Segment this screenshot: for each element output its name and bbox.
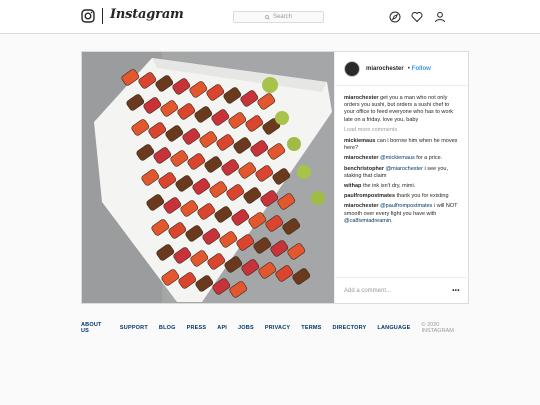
comment-item: miarochester @paulfrompostmates i will N… [344,203,460,225]
footer-link-about-us[interactable]: ABOUT US [81,322,109,334]
comment-text: the ink isn't dry, mimi. [361,183,416,190]
logo-divider [102,8,103,24]
footer-link-language[interactable]: LANGUAGE [377,325,410,331]
comment-mention[interactable]: @ca8ivmiadreamin [344,218,391,224]
copyright: © 2020 INSTAGRAM [421,322,454,334]
post-sidebar: miarochester • Follow miarochester get y… [334,52,469,303]
comment-text-end: . [391,217,393,224]
comment-text: for a price. [414,155,443,162]
caption: miarochester get you a man who not only … [344,95,460,124]
search-icon [265,14,270,20]
instagram-wordmark[interactable]: Instagram [110,7,184,22]
comment-mention[interactable]: @mickiemaus [379,155,415,161]
post-username[interactable]: miarochester [366,66,404,72]
comment-mention[interactable]: @miarochester [384,166,423,172]
comment-username[interactable]: withap [344,183,361,189]
comment-username[interactable]: miarochester [344,203,379,209]
footer-link-api[interactable]: API [217,325,227,331]
caption-username[interactable]: miarochester [344,95,379,101]
comment-item: benchristopher @miarochester i see you, … [344,166,460,180]
footer-link-terms[interactable]: TERMS [301,325,321,331]
footer-link-blog[interactable]: BLOG [159,325,176,331]
sushi-platter-image [82,52,334,303]
footer-link-directory[interactable]: DIRECTORY [333,325,367,331]
comment-mention[interactable]: @paulfrompostmates [379,203,432,209]
follow-button[interactable]: Follow [412,66,431,72]
comment-text: thank you for existing [395,193,449,200]
post-header: miarochester • Follow [335,52,468,86]
post-card: miarochester • Follow miarochester get y… [81,51,469,304]
add-comment-bar: Add a comment... ••• [335,277,469,303]
profile-icon[interactable] [434,11,446,23]
avatar[interactable] [344,60,360,77]
footer-link-jobs[interactable]: JOBS [238,325,254,331]
post-photo[interactable] [82,52,334,303]
search-input[interactable]: Search [233,11,324,23]
footer: ABOUT US SUPPORT BLOG PRESS API JOBS PRI… [81,322,469,334]
compass-icon[interactable] [389,11,401,23]
comment-item: miarochester @mickiemaus for a price. [344,155,460,162]
comment-item: paulfrompostmates thank you for existing [344,193,460,200]
load-more-comments-button[interactable]: Load more comments [344,127,460,134]
footer-link-press[interactable]: PRESS [187,325,207,331]
footer-link-support[interactable]: SUPPORT [120,325,148,331]
comment-username[interactable]: paulfrompostmates [344,193,395,199]
more-options-icon[interactable]: ••• [452,288,460,294]
comment-username[interactable]: miarochester [344,155,379,161]
comments-list: miarochester get you a man who not only … [335,86,468,225]
comment-item: withap the ink isn't dry, mimi. [344,183,460,190]
instagram-logo-icon[interactable] [81,9,95,23]
top-nav: Instagram Search [0,0,540,34]
comment-item: mickiemaus can i borrow him when he move… [344,138,460,152]
footer-link-privacy[interactable]: PRIVACY [265,325,290,331]
search-placeholder: Search [272,14,292,20]
comment-username[interactable]: mickiemaus [344,138,376,144]
separator-dot: • [407,65,410,72]
comment-username[interactable]: benchristopher [344,166,384,172]
add-comment-input[interactable]: Add a comment... [344,288,452,294]
heart-icon[interactable] [411,11,423,23]
